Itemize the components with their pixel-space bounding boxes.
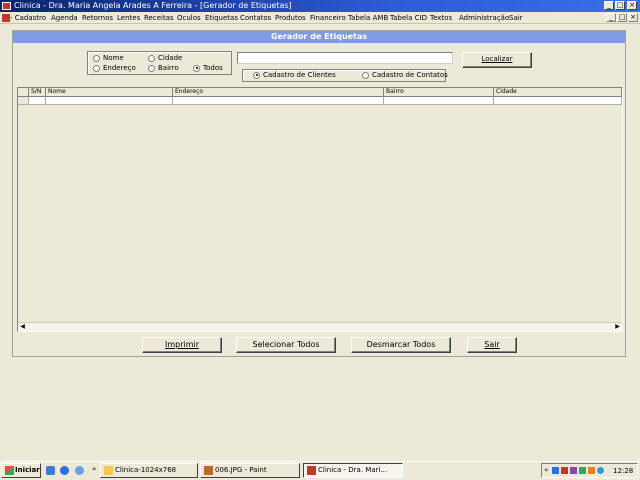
maximize-button[interactable]: □ <box>615 1 625 10</box>
search-input[interactable] <box>237 52 453 64</box>
menu-item-cadastro[interactable]: - Cadastro <box>10 14 46 22</box>
labels-grid[interactable] <box>17 87 623 332</box>
close-button[interactable]: × <box>627 1 637 10</box>
localizar-button[interactable]: Localizar <box>462 52 532 68</box>
scroll-right-icon[interactable]: ▶ <box>613 323 622 331</box>
menu-item-administracao[interactable]: Administração <box>459 14 509 22</box>
mdi-child-icon[interactable] <box>2 14 10 22</box>
column-header-sn[interactable]: S/N <box>29 88 46 97</box>
title-bar: Clinica - Dra. Maria Angela Arades A Fer… <box>0 0 640 12</box>
system-tray: « 12:28 <box>541 463 638 478</box>
radio-icon <box>362 71 369 79</box>
filter-radio-cidade[interactable]: Cidade <box>148 54 182 62</box>
grid-cell[interactable] <box>384 97 494 105</box>
quicklaunch-more-icon[interactable]: » <box>92 465 96 473</box>
scroll-left-icon[interactable]: ◀ <box>18 323 27 331</box>
horizontal-scrollbar[interactable]: ◀ ▶ <box>18 322 622 331</box>
menu-item-tabela-cid[interactable]: Tabela CID <box>390 14 427 22</box>
tray-messenger-icon[interactable] <box>570 467 577 474</box>
radio-icon <box>148 64 155 72</box>
menu-bar: - Cadastro Agenda Retornos Lentes Receit… <box>0 12 640 24</box>
window-title: Clinica - Dra. Maria Angela Arades A Fer… <box>14 1 292 10</box>
mdi-minimize-button[interactable]: _ <box>606 13 616 22</box>
print-button[interactable]: Imprimir <box>142 337 222 353</box>
folder-icon <box>104 466 113 475</box>
radio-selected-icon <box>253 71 260 79</box>
tray-app-icon[interactable] <box>579 467 586 474</box>
column-header-cidade[interactable]: Cidade <box>494 88 622 97</box>
menu-item-receitas[interactable]: Receitas <box>144 14 174 22</box>
menu-item-agenda[interactable]: Agenda <box>51 14 78 22</box>
tray-antivirus-icon[interactable] <box>561 467 568 474</box>
menu-item-lentes[interactable]: Lentes <box>117 14 140 22</box>
source-radio-clientes[interactable]: Cadastro de Clientes <box>253 71 336 79</box>
menu-item-etiquetas[interactable]: Etiquetas <box>205 14 238 22</box>
column-header-bairro[interactable]: Bairro <box>384 88 494 97</box>
grid-corner <box>18 88 29 97</box>
tray-volume-icon[interactable] <box>588 467 595 474</box>
tray-expand-icon[interactable]: « <box>544 466 548 474</box>
exit-button[interactable]: Sair <box>467 337 517 353</box>
row-indicator <box>18 97 29 105</box>
task-clinica-active[interactable]: Clinica - Dra. Mari... <box>303 463 403 478</box>
deselect-all-button[interactable]: Desmarcar Todos <box>351 337 451 353</box>
filter-radio-nome[interactable]: Nome <box>93 54 124 62</box>
menu-item-oculos[interactable]: Oculos <box>177 14 201 22</box>
app-icon <box>307 466 316 475</box>
task-clinica-1024[interactable]: Clinica-1024x768 <box>100 463 198 478</box>
radio-selected-icon <box>193 64 200 72</box>
menu-item-contatos[interactable]: Contatos <box>240 14 271 22</box>
filter-radio-todos[interactable]: Todos <box>193 64 223 72</box>
windows-logo-icon <box>5 466 14 475</box>
menu-item-textos[interactable]: Textos <box>430 14 452 22</box>
grid-cell[interactable] <box>46 97 173 105</box>
select-all-button[interactable]: Selecionar Todos <box>236 337 336 353</box>
menu-item-financeiro[interactable]: Financeiro <box>310 14 346 22</box>
panel-title: Gerador de Etiquetas <box>13 31 625 43</box>
app-icon <box>2 2 11 10</box>
grid-cell[interactable] <box>29 97 46 105</box>
menu-item-sair[interactable]: Sair <box>509 14 523 22</box>
tray-network-icon[interactable] <box>552 467 559 474</box>
clock: 12:28 <box>613 467 634 475</box>
quicklaunch-ie-icon[interactable] <box>60 466 69 475</box>
quicklaunch-explorer-icon[interactable] <box>75 466 84 475</box>
mdi-close-button[interactable]: × <box>628 13 638 22</box>
paint-icon <box>204 466 213 475</box>
column-header-nome[interactable]: Nome <box>46 88 173 97</box>
tray-sync-icon[interactable] <box>597 467 604 474</box>
filter-radio-endereco[interactable]: Endereço <box>93 64 136 72</box>
menu-item-retornos[interactable]: Retornos <box>82 14 113 22</box>
radio-icon <box>93 54 100 62</box>
start-button[interactable]: Iniciar <box>1 463 41 478</box>
minimize-button[interactable]: _ <box>604 1 614 10</box>
task-paint[interactable]: 006.JPG - Paint <box>200 463 300 478</box>
menu-item-produtos[interactable]: Produtos <box>275 14 306 22</box>
grid-cell[interactable] <box>173 97 384 105</box>
menu-item-tabela-amb[interactable]: Tabela AMB <box>348 14 388 22</box>
radio-icon <box>93 64 100 72</box>
mdi-restore-button[interactable]: □ <box>617 13 627 22</box>
grid-cell[interactable] <box>494 97 622 105</box>
quicklaunch-desktop-icon[interactable] <box>46 466 55 475</box>
column-header-endereco[interactable]: Endereço <box>173 88 384 97</box>
source-radio-contatos[interactable]: Cadastro de Contatos <box>362 71 448 79</box>
filter-radio-bairro[interactable]: Bairro <box>148 64 179 72</box>
radio-icon <box>148 54 155 62</box>
